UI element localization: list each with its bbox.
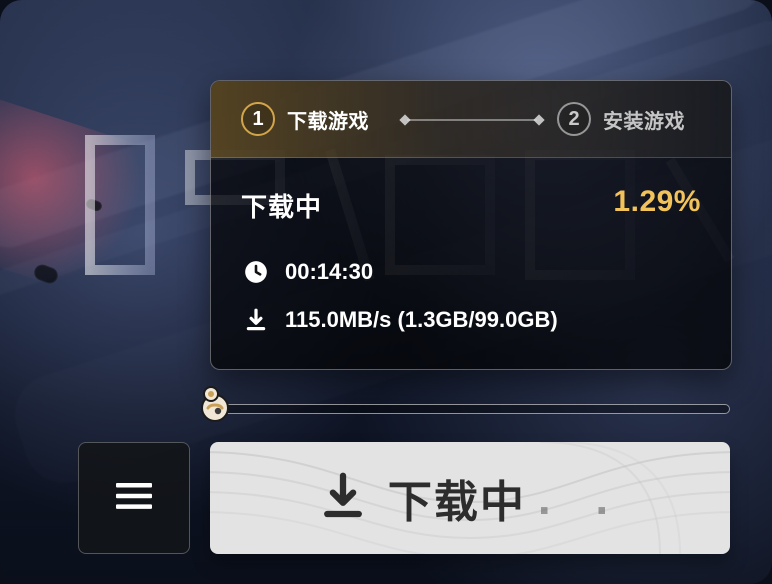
step-install-game: 2 安装游戏 <box>557 101 685 137</box>
step-download-game: 1 下载游戏 <box>241 101 369 137</box>
connector-dot <box>533 114 545 126</box>
step-connector <box>399 114 545 126</box>
download-icon <box>241 305 271 335</box>
menu-button[interactable] <box>78 442 190 554</box>
step-label: 安装游戏 <box>603 108 685 133</box>
connector-dot <box>399 114 411 126</box>
download-status-panel: 1 下载游戏 2 安装游戏 下载中 1.29% 00:14:30 115.0MB… <box>210 80 732 370</box>
clock-icon <box>241 257 271 287</box>
download-button[interactable]: 下载中 . . <box>210 442 730 554</box>
download-button-dots: . . <box>537 472 625 524</box>
download-button-label: 下载中 <box>387 477 526 528</box>
download-percent: 1.29% <box>613 185 701 218</box>
launcher-window: 1 下载游戏 2 安装游戏 下载中 1.29% 00:14:30 115.0MB… <box>0 0 772 584</box>
menu-icon <box>114 476 154 520</box>
progress-knob-icon <box>198 380 232 424</box>
progress-track <box>212 404 730 414</box>
step-number: 1 <box>241 102 275 136</box>
download-icon <box>316 469 370 527</box>
steps-header: 1 下载游戏 2 安装游戏 <box>211 81 731 158</box>
download-speed-row: 115.0MB/s (1.3GB/99.0GB) <box>241 305 558 335</box>
step-number: 2 <box>557 102 591 136</box>
time-remaining-row: 00:14:30 <box>241 257 373 287</box>
time-remaining-text: 00:14:30 <box>285 259 374 284</box>
step-label: 下载游戏 <box>287 108 369 133</box>
download-button-content: 下载中 . . <box>210 442 730 554</box>
download-progress-bar <box>201 386 730 422</box>
download-status-title: 下载中 <box>241 193 323 223</box>
download-speed-text: 115.0MB/s (1.3GB/99.0GB) <box>285 307 558 332</box>
